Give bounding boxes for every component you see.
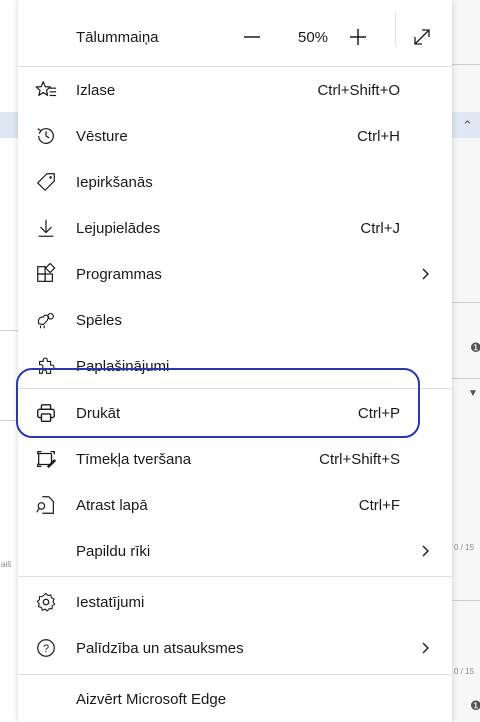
background-line: [452, 600, 480, 601]
menu-item-web-capture[interactable]: Tīmekļa tveršana Ctrl+Shift+S: [18, 436, 452, 482]
background-counter-2: 0 / 15: [454, 667, 475, 676]
browser-settings-menu: Tālummaiņa 50% Izlase Ctrl+Shift+O Vēstu…: [18, 0, 452, 722]
shortcut-text: Ctrl+Shift+O: [317, 81, 400, 99]
fullscreen-icon: [414, 29, 430, 45]
chevron-right-icon: [422, 268, 429, 280]
menu-item-label: Spēles: [76, 311, 122, 329]
minus-icon: [244, 36, 260, 38]
menu-divider: [18, 576, 452, 577]
background-line: [452, 302, 480, 303]
shortcut-text: Ctrl+Shift+S: [319, 450, 400, 468]
menu-item-label: Papildu rīki: [76, 542, 151, 560]
background-dropdown-icon: ▼: [468, 388, 478, 399]
chevron-right-icon: [422, 545, 429, 557]
find-icon: [34, 493, 58, 517]
menu-item-more-tools[interactable]: Papildu rīki: [18, 528, 452, 574]
menu-item-label: Palīdzība un atsauksmes: [76, 639, 244, 657]
zoom-separator: [395, 12, 396, 46]
background-page-right: [452, 0, 480, 722]
zoom-label: Tālummaiņa: [76, 28, 159, 46]
shortcut-text: Ctrl+J: [360, 219, 400, 237]
menu-item-label: Aizvērt Microsoft Edge: [76, 690, 227, 708]
download-icon: [34, 216, 58, 240]
menu-item-label: Tīmekļa tveršana: [76, 450, 192, 468]
menu-item-label: Vēsture: [76, 127, 128, 145]
background-info-icon-2: ❶: [470, 698, 480, 713]
menu-item-label: Atrast lapā: [76, 496, 148, 514]
svg-text:?: ?: [43, 643, 49, 655]
menu-item-label: Programmas: [76, 265, 162, 283]
fullscreen-button[interactable]: [408, 25, 436, 49]
menu-item-label: Iestatījumi: [76, 593, 145, 611]
plus-icon: [350, 29, 366, 45]
menu-item-close-edge[interactable]: Aizvērt Microsoft Edge: [18, 676, 452, 722]
menu-item-label: Iepirkšanās: [76, 173, 153, 191]
menu-item-history[interactable]: Vēsture Ctrl+H: [18, 113, 452, 159]
print-highlight-outline: [16, 368, 420, 438]
shortcut-text: Ctrl+H: [357, 127, 400, 145]
background-line: [452, 378, 480, 379]
zoom-row: Tālummaiņa 50%: [18, 14, 452, 60]
background-counter: 0 / 15: [454, 543, 475, 552]
menu-item-help[interactable]: ? Palīdzība un atsauksmes: [18, 625, 452, 671]
web-capture-icon: [34, 447, 58, 471]
menu-item-games[interactable]: Spēles: [18, 297, 452, 343]
shortcut-text: Ctrl+F: [358, 496, 400, 514]
favorites-icon: [34, 78, 58, 102]
help-icon: ?: [34, 636, 58, 660]
background-info-icon: ❶: [470, 340, 480, 355]
history-icon: [34, 124, 58, 148]
menu-item-favorites[interactable]: Izlase Ctrl+Shift+O: [18, 67, 452, 113]
zoom-level: 50%: [298, 28, 329, 46]
background-page-left: [0, 0, 19, 722]
background-line: [0, 330, 18, 331]
menu-item-downloads[interactable]: Lejupielādes Ctrl+J: [18, 205, 452, 251]
apps-icon: [34, 262, 58, 286]
background-text: aiš: [1, 560, 12, 569]
zoom-out-button[interactable]: [238, 25, 266, 49]
menu-item-settings[interactable]: Iestatījumi: [18, 579, 452, 625]
background-scroll-up-icon: ⌃: [462, 118, 473, 133]
games-icon: [34, 308, 58, 332]
menu-item-apps[interactable]: Programmas: [18, 251, 452, 297]
menu-divider: [18, 674, 452, 675]
menu-item-label: Lejupielādes: [76, 219, 161, 237]
background-highlight-band: [0, 112, 18, 138]
chevron-right-icon: [422, 642, 429, 654]
background-line: [452, 64, 480, 65]
zoom-in-button[interactable]: [344, 25, 372, 49]
menu-item-shopping[interactable]: Iepirkšanās: [18, 159, 452, 205]
gear-icon: [34, 590, 58, 614]
menu-item-label: Izlase: [76, 81, 116, 99]
menu-item-find[interactable]: Atrast lapā Ctrl+F: [18, 482, 452, 528]
tag-icon: [34, 170, 58, 194]
